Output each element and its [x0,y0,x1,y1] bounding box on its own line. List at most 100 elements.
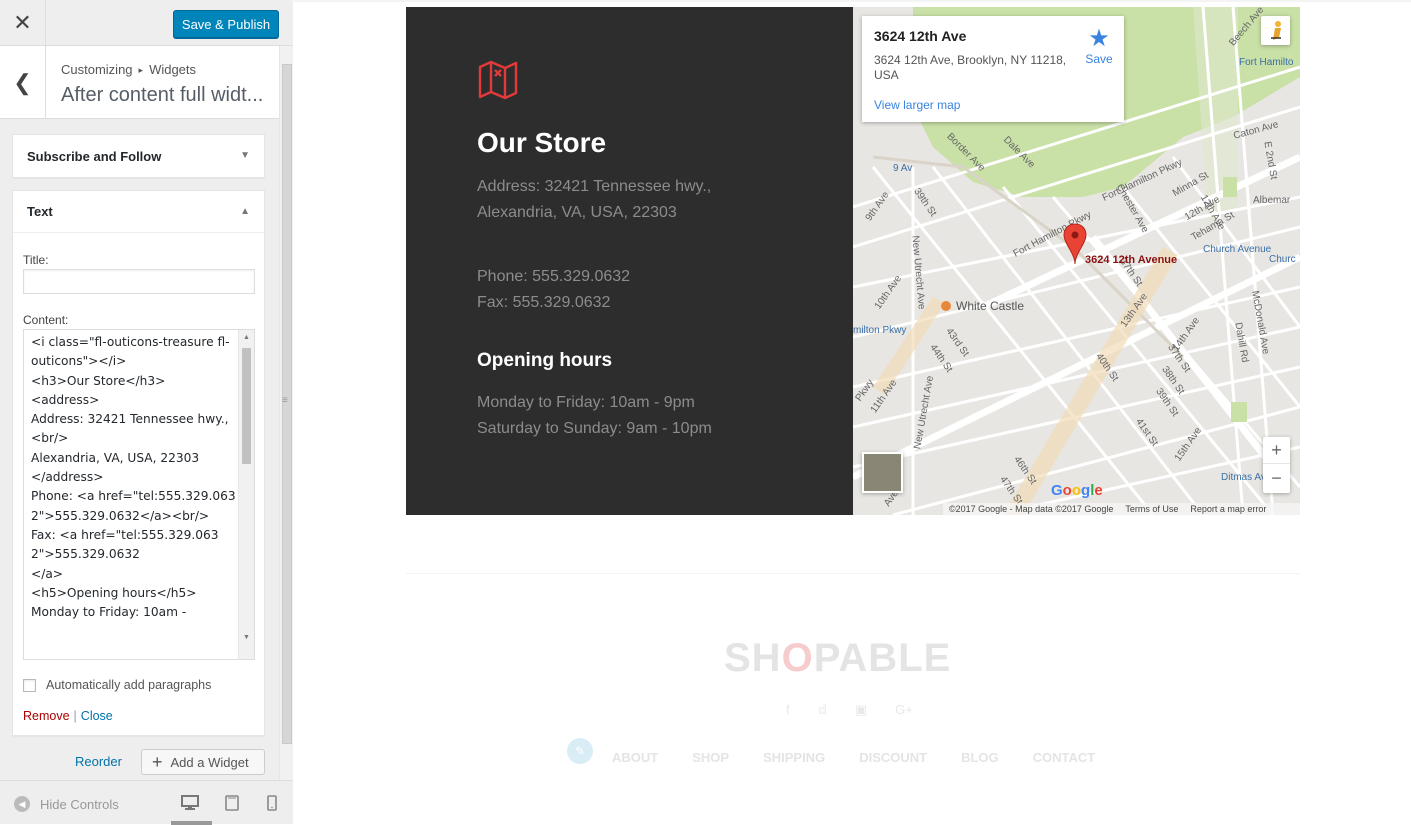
poi-label: White Castle [956,299,1025,313]
view-larger-map-link[interactable]: View larger map [874,98,960,112]
menu-item-shop[interactable]: SHOP [692,750,729,765]
google-logo: Google [1051,482,1103,499]
logo-part: PABLE [813,636,952,680]
zoom-controls: + − [1263,437,1290,493]
twitter-icon[interactable]: 𝕕 [818,702,827,718]
sidebar-scrollbar[interactable] [279,46,293,780]
terms-link[interactable]: Terms of Use [1125,504,1178,514]
hours-weekday: Monday to Friday: 10am - 9pm [477,394,695,411]
site-logo[interactable]: SHOPABLE [724,636,951,681]
widget-title: Text [27,204,53,219]
poi-white-castle[interactable]: White Castle [941,299,1024,313]
customizer-footer: ◀ Hide Controls [0,780,293,825]
opening-hours-title: Opening hours [477,350,613,371]
content-label: Content: [23,313,69,327]
chevron-left-icon: ❮ [13,69,32,95]
google-plus-icon[interactable]: G+ [895,702,913,718]
expand-arrow-icon[interactable]: ▼ [240,150,250,161]
title-label-text: Title: [23,253,49,267]
google-map[interactable]: Beech Ave Fort Hamilto Caton Ave E 2nd S… [853,7,1300,515]
star-icon: ★ [1088,25,1110,52]
close-link[interactable]: Close [81,709,113,723]
collapse-arrow-icon[interactable]: ▲ [240,206,250,217]
social-links: f 𝕕 ▣ G+ [786,702,913,718]
pencil-icon: ✎ [574,744,586,758]
hide-controls-label: Hide Controls [40,796,119,812]
customizer-sidebar: ✕ Save & Publish ❮ Customizing ▸ Widgets A… [0,0,293,825]
address-line-2: Alexandria, VA, USA, 22303 [477,203,677,221]
breadcrumb-separator-icon: ▸ [138,65,144,75]
remove-link[interactable]: Remove [23,709,70,723]
footer-menu: ABOUT SHOP SHIPPING DISCOUNT BLOG CONTAC… [612,750,1095,765]
textarea-scrollbar[interactable]: ▲ ▼ [238,330,254,659]
section-title: After content full widt... [61,84,264,106]
save-publish-button[interactable]: Save & Publish [173,10,279,38]
menu-item-contact[interactable]: CONTACT [1033,750,1096,765]
breadcrumb-widgets: Widgets [149,62,197,77]
street-view-button[interactable] [1261,16,1290,45]
close-icon: ✕ [13,10,32,35]
add-widget-button[interactable]: + Add a Widget [141,749,265,775]
widget-actions: Remove | Close [23,709,113,723]
fax-link[interactable]: Fax: 555.329.0632 [477,290,630,316]
active-device-indicator [171,821,212,825]
menu-item-blog[interactable]: BLOG [961,750,999,765]
phone-link[interactable]: Phone: 555.329.0632 [477,264,630,290]
textarea-scroll-thumb[interactable] [242,348,251,464]
desktop-icon [181,795,199,810]
back-button[interactable]: ❮ [0,46,46,119]
tablet-icon [225,795,239,811]
site-preview: Our Store Address: 32421 Tennessee hwy.,… [294,0,1411,824]
content-textarea[interactable]: <i class="fl-outicons-treasure fl-outico… [23,329,255,660]
scroll-up-icon[interactable]: ▲ [243,334,250,341]
transit-label: milton Pkwy [853,325,907,336]
restaurant-icon [941,301,951,311]
plus-icon: + [152,752,163,772]
map-attribution: ©2017 Google - Map data ©2017 Google Ter… [943,503,1300,515]
hide-controls-button[interactable]: ◀ Hide Controls [14,796,119,812]
store-info-panel: Our Store Address: 32421 Tennessee hwy.,… [406,7,854,515]
resize-handle-icon[interactable]: ≡ [282,395,288,406]
actions-separator: | [73,709,77,723]
mobile-preview-button[interactable] [266,795,284,811]
transit-label: 9 Av [893,163,913,174]
close-customizer-button[interactable]: ✕ [0,0,46,46]
mobile-icon [267,795,277,811]
widget-header[interactable]: Text ▲ [13,191,264,233]
place-name: 3624 12th Ave [874,28,967,44]
menu-item-about[interactable]: ABOUT [612,750,658,765]
auto-paragraphs-option[interactable]: Automatically add paragraphs [23,678,211,692]
street-label: Fort Hamilto [1239,57,1294,68]
auto-paragraphs-checkbox[interactable] [23,678,36,692]
widget-subscribe-follow[interactable]: Subscribe and Follow ▼ [12,134,265,178]
logo-part: O [781,636,814,680]
customizer-header: ✕ Save & Publish [0,0,293,46]
edit-menu-shortcut[interactable]: ✎ [567,738,593,764]
satellite-toggle-button[interactable] [862,452,903,493]
preview-top-strip [294,0,1411,2]
pegman-icon [1271,21,1281,40]
save-label: Save [1085,52,1113,66]
scroll-down-icon[interactable]: ▼ [243,634,250,641]
title-label: Title: [23,253,49,267]
tablet-preview-button[interactable] [224,795,242,811]
auto-paragraphs-label: Automatically add paragraphs [46,678,212,692]
widget-header[interactable]: Subscribe and Follow ▼ [13,135,264,177]
address-line-1: Address: 32421 Tennessee hwy., [477,178,712,195]
street-label: Albemar [1253,195,1291,206]
instagram-icon[interactable]: ▣ [855,702,867,718]
desktop-preview-button[interactable] [171,795,212,825]
map-pin-icon[interactable] [1063,222,1087,266]
menu-item-discount[interactable]: DISCOUNT [859,750,927,765]
report-error-link[interactable]: Report a map error [1190,504,1266,514]
title-input[interactable] [23,269,255,294]
street-label: Church Avenue [1203,244,1272,255]
widget-text: Text ▲ Title: Content: <i class="fl-outi… [12,190,265,736]
facebook-icon[interactable]: f [786,702,790,718]
pin-label: 3624 12th Avenue [1085,254,1178,266]
zoom-in-button[interactable]: + [1263,437,1290,464]
reorder-link[interactable]: Reorder [75,754,122,769]
zoom-out-button[interactable]: − [1263,465,1290,492]
menu-item-shipping[interactable]: SHIPPING [763,750,825,765]
save-place-button[interactable]: ★ Save [1084,25,1114,67]
